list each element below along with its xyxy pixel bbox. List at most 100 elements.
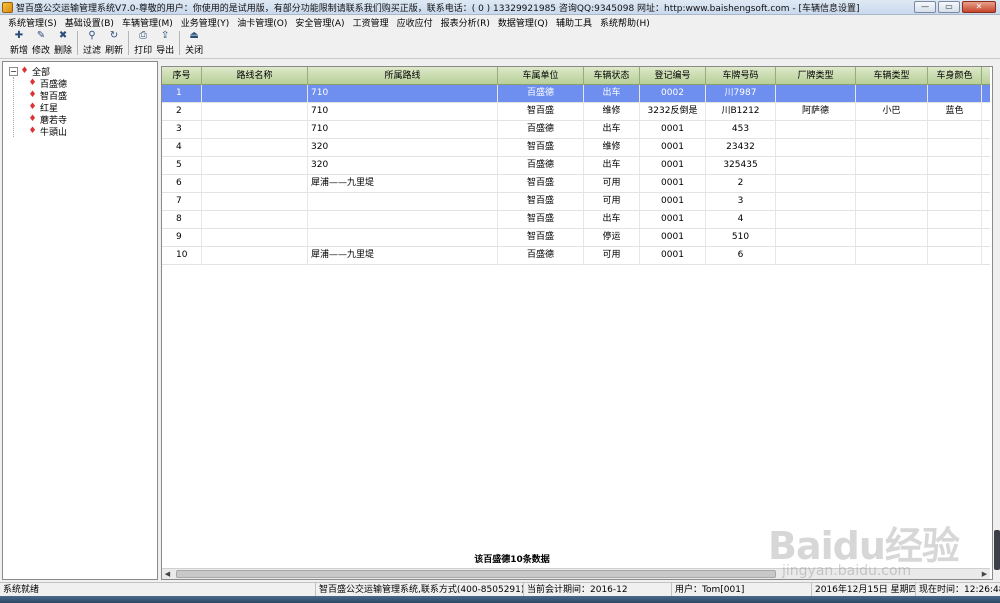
col-company[interactable]: 智百盛 — [498, 175, 584, 193]
col-line[interactable]: 710 — [308, 121, 498, 139]
col-vehicle-type[interactable] — [856, 139, 928, 157]
col-vehicle-type[interactable] — [856, 85, 928, 103]
table-row[interactable]: 9 智百盛 停运 0001 510 — [162, 229, 990, 247]
col-index[interactable]: 2 — [162, 103, 202, 121]
column-header-color[interactable]: 车身颜色 — [928, 67, 982, 85]
col-index[interactable]: 9 — [162, 229, 202, 247]
col-route-name[interactable] — [202, 85, 308, 103]
col-plate[interactable]: 2 — [706, 175, 776, 193]
table-row[interactable]: 4 320 智百盛 维修 0001 23432 — [162, 139, 990, 157]
print-button[interactable]: ⎙ 打印 — [132, 30, 154, 56]
export-button[interactable]: ⇪ 导出 — [154, 30, 176, 56]
delete-button[interactable]: ✖ 删除 — [52, 30, 74, 56]
tree-item[interactable]: ♦ 智百盛 — [28, 89, 157, 102]
table-row[interactable]: 7 智百盛 可用 0001 3 — [162, 193, 990, 211]
col-index[interactable]: 7 — [162, 193, 202, 211]
col-route-name[interactable] — [202, 193, 308, 211]
col-route-name[interactable] — [202, 175, 308, 193]
menu-system[interactable]: 系统管理(S) — [4, 16, 61, 29]
menu-reports[interactable]: 报表分析(R) — [437, 16, 494, 29]
column-header-reg-no[interactable]: 登记编号 — [640, 67, 706, 85]
col-brand[interactable] — [776, 175, 856, 193]
col-plate[interactable]: 23432 — [706, 139, 776, 157]
col-status[interactable]: 出车 — [584, 211, 640, 229]
col-vehicle-type[interactable]: 小巴 — [856, 103, 928, 121]
col-color[interactable] — [928, 193, 982, 211]
col-route-name[interactable] — [202, 211, 308, 229]
col-company[interactable]: 百盛德 — [498, 85, 584, 103]
col-company[interactable]: 智百盛 — [498, 193, 584, 211]
menu-business[interactable]: 业务管理(Y) — [177, 16, 234, 29]
table-row[interactable]: 5 320 百盛德 出车 0001 325435 — [162, 157, 990, 175]
table-row[interactable]: 2 710 智百盛 维修 3232反倒是 川B1212 阿萨德 小巴 蓝色 — [162, 103, 990, 121]
column-header-plate[interactable]: 车牌号码 — [706, 67, 776, 85]
column-header-status[interactable]: 车辆状态 — [584, 67, 640, 85]
col-company[interactable]: 百盛德 — [498, 157, 584, 175]
col-reg-no[interactable]: 0001 — [640, 193, 706, 211]
filter-button[interactable]: ⚲ 过滤 — [81, 30, 103, 56]
col-brand[interactable] — [776, 85, 856, 103]
menu-tools[interactable]: 辅助工具 — [552, 16, 596, 29]
col-vehicle-type[interactable] — [856, 211, 928, 229]
menu-safety[interactable]: 安全管理(A) — [291, 16, 348, 29]
col-index[interactable]: 10 — [162, 247, 202, 265]
col-brand[interactable] — [776, 247, 856, 265]
table-row[interactable]: 3 710 百盛德 出车 0001 453 — [162, 121, 990, 139]
col-index[interactable]: 4 — [162, 139, 202, 157]
menu-fuel-card[interactable]: 油卡管理(O) — [233, 16, 291, 29]
table-row[interactable]: 1 710 百盛德 出车 0002 川7987 — [162, 85, 990, 103]
column-header-route-name[interactable]: 路线名称 — [202, 67, 308, 85]
col-reg-no[interactable]: 0001 — [640, 175, 706, 193]
col-line[interactable]: 710 — [308, 103, 498, 121]
col-index[interactable]: 6 — [162, 175, 202, 193]
collapse-icon[interactable]: − — [9, 66, 18, 76]
col-color[interactable] — [928, 121, 982, 139]
col-vehicle-type[interactable] — [856, 247, 928, 265]
col-company[interactable]: 百盛德 — [498, 247, 584, 265]
menu-data[interactable]: 数据管理(Q) — [494, 16, 552, 29]
col-color[interactable] — [928, 157, 982, 175]
col-line[interactable] — [308, 229, 498, 247]
col-index[interactable]: 8 — [162, 211, 202, 229]
col-reg-no[interactable]: 0001 — [640, 247, 706, 265]
menu-vehicle[interactable]: 车辆管理(M) — [118, 16, 177, 29]
col-plate[interactable]: 川B1212 — [706, 103, 776, 121]
col-status[interactable]: 出车 — [584, 85, 640, 103]
col-plate[interactable]: 川7987 — [706, 85, 776, 103]
col-plate[interactable]: 453 — [706, 121, 776, 139]
col-line[interactable]: 320 — [308, 157, 498, 175]
col-brand[interactable] — [776, 139, 856, 157]
edit-button[interactable]: ✎ 修改 — [30, 30, 52, 56]
column-header-company[interactable]: 车属单位 — [498, 67, 584, 85]
col-reg-no[interactable]: 0001 — [640, 157, 706, 175]
table-row[interactable]: 6 犀浦——九里堤 智百盛 可用 0001 2 — [162, 175, 990, 193]
col-brand[interactable] — [776, 121, 856, 139]
col-color[interactable] — [928, 139, 982, 157]
col-route-name[interactable] — [202, 157, 308, 175]
col-line[interactable]: 犀浦——九里堤 — [308, 175, 498, 193]
col-vehicle-type[interactable] — [856, 175, 928, 193]
col-status[interactable]: 出车 — [584, 157, 640, 175]
tree-item[interactable]: ♦ 百盛德 — [28, 77, 157, 90]
col-route-name[interactable] — [202, 247, 308, 265]
col-status[interactable]: 出车 — [584, 121, 640, 139]
col-reg-no[interactable]: 0001 — [640, 121, 706, 139]
scroll-left-icon[interactable]: ◀ — [162, 569, 173, 580]
tree-item[interactable]: ♦ 蘑若寺 — [28, 113, 157, 126]
col-company[interactable]: 智百盛 — [498, 103, 584, 121]
col-line[interactable]: 710 — [308, 85, 498, 103]
col-route-name[interactable] — [202, 121, 308, 139]
close-button[interactable]: ⏏ 关闭 — [183, 30, 205, 56]
col-line[interactable]: 320 — [308, 139, 498, 157]
menu-basic-settings[interactable]: 基础设置(B) — [61, 16, 118, 29]
horizontal-scrollbar[interactable]: ◀ ▶ — [162, 568, 990, 579]
col-company[interactable]: 智百盛 — [498, 229, 584, 247]
minimize-button[interactable]: — — [914, 1, 936, 13]
column-header-vehicle-type[interactable]: 车辆类型 — [856, 67, 928, 85]
col-company[interactable]: 智百盛 — [498, 211, 584, 229]
col-index[interactable]: 5 — [162, 157, 202, 175]
col-reg-no[interactable]: 0002 — [640, 85, 706, 103]
col-reg-no[interactable]: 0001 — [640, 229, 706, 247]
table-row[interactable]: 8 智百盛 出车 0001 4 — [162, 211, 990, 229]
col-reg-no[interactable]: 0001 — [640, 139, 706, 157]
